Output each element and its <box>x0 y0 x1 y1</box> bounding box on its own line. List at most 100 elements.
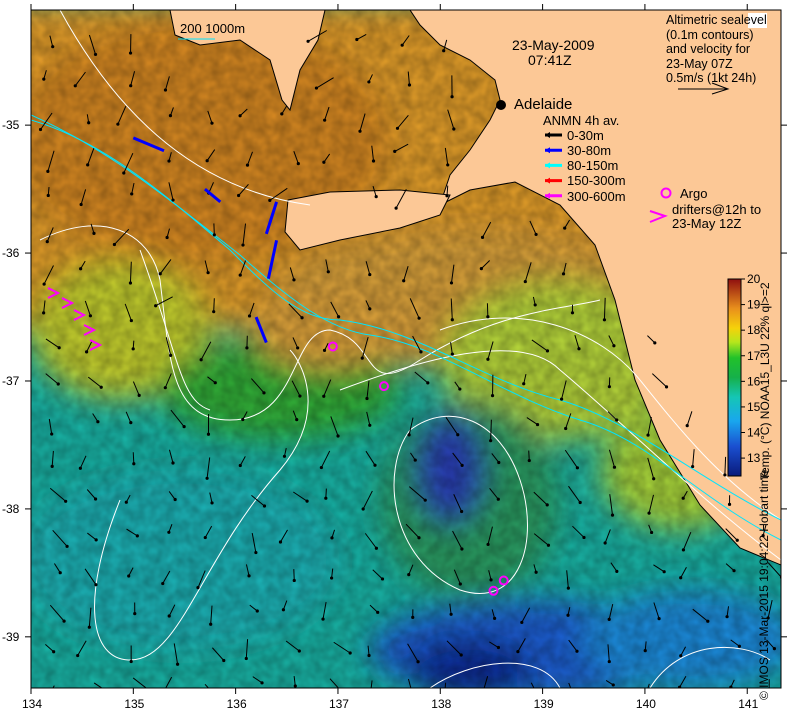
lon-tick-label: 134 <box>22 697 43 711</box>
sst-map: 2019181716151413 <box>25 4 787 696</box>
velocity-arrow <box>213 298 215 312</box>
velocity-arrowhead <box>238 114 242 118</box>
velocity-arrowhead <box>368 423 372 427</box>
velocity-arrowhead <box>173 497 177 502</box>
velocity-arrowhead <box>395 126 400 130</box>
velocity-arrowhead <box>222 658 226 663</box>
velocity-arrowhead <box>615 418 619 422</box>
velocity-arrowhead <box>56 382 60 386</box>
velocity-arrowhead <box>662 570 666 574</box>
velocity-arrowhead <box>450 95 454 99</box>
velocity-arrowhead <box>212 233 216 237</box>
velocity-arrowhead <box>79 202 83 207</box>
velocity-arrowhead <box>199 358 203 362</box>
velocity-arrowhead <box>326 270 330 274</box>
velocity-arrowhead <box>480 235 485 239</box>
velocity-arrowhead <box>452 127 456 131</box>
velocity-arrowhead <box>129 84 133 88</box>
velocity-arrowhead <box>135 534 139 538</box>
velocity-arrowhead <box>210 690 213 693</box>
velocity-arrowhead <box>417 536 421 540</box>
velocity-arrowhead <box>523 279 527 284</box>
velocity-arrowhead <box>206 271 210 275</box>
velocity-arrowhead <box>423 498 427 502</box>
velocity-arrowhead <box>247 314 252 318</box>
velocity-arrowhead <box>124 500 128 504</box>
velocity-arrowhead <box>449 281 454 285</box>
velocity-arrowhead <box>449 612 453 616</box>
velocity-arrowhead <box>161 581 165 586</box>
velocity-arrowhead <box>559 397 564 401</box>
velocity-arrowhead <box>394 206 398 210</box>
velocity-arrowhead <box>612 344 616 348</box>
velocity-arrowhead <box>319 465 323 470</box>
velocity-arrowhead <box>368 307 372 311</box>
lon-tick-label: 137 <box>328 697 349 711</box>
velocity-arrowhead <box>545 349 550 353</box>
velocity-arrowhead <box>456 433 460 437</box>
velocity-arrowhead <box>772 647 777 651</box>
velocity-arrowhead <box>534 232 538 237</box>
velocity-arrowhead <box>87 625 91 629</box>
velocity-arrowhead <box>128 51 133 55</box>
velocity-arrowhead <box>603 541 607 545</box>
velocity-arrowhead <box>131 347 135 351</box>
velocity-arrowhead <box>161 693 164 696</box>
velocity-arrowhead <box>368 272 372 277</box>
velocity-arrowhead <box>129 659 133 664</box>
altimetry-note-line: (0.1m contours) <box>666 27 754 42</box>
velocity-arrowhead <box>175 662 180 666</box>
velocity-arrowhead <box>564 426 568 431</box>
velocity-arrowhead <box>237 193 241 198</box>
velocity-arrowhead <box>205 476 209 480</box>
velocity-arrowhead <box>376 610 380 614</box>
velocity-arrowhead <box>516 650 520 654</box>
velocity-arrowhead <box>293 684 297 688</box>
velocity-arrowhead <box>163 386 167 390</box>
velocity-arrowhead <box>563 226 567 230</box>
argo-label: Argo <box>680 186 708 201</box>
velocity-arrowhead <box>611 683 615 687</box>
velocity-arrowhead <box>737 644 742 648</box>
velocity-arrowhead <box>546 543 551 547</box>
velocity-arrowhead <box>374 546 378 550</box>
velocity-arrowhead <box>209 622 213 626</box>
lat-tick-label: -38 <box>2 501 20 516</box>
velocity-arrowhead <box>407 573 411 577</box>
velocity-arrowhead <box>407 433 411 437</box>
drifter-label-line1: drifters@12h to <box>672 202 762 217</box>
velocity-arrowhead <box>330 536 334 540</box>
velocity-arrowhead <box>426 381 430 385</box>
velocity-arrowhead <box>99 385 103 389</box>
velocity-arrowhead <box>321 617 325 621</box>
velocity-arrowhead <box>615 569 619 573</box>
velocity-arrowhead <box>735 538 739 542</box>
velocity-arrowhead <box>78 466 82 470</box>
velocity-arrowhead <box>607 659 611 664</box>
velocity-arrowhead <box>348 651 352 655</box>
velocity-arrowhead <box>241 417 245 422</box>
velocity-arrowhead <box>122 171 126 175</box>
velocity-arrowhead <box>65 544 69 548</box>
lat-tick-label: -37 <box>2 373 20 388</box>
velocity-arrowhead <box>87 121 91 125</box>
velocity-arrowhead <box>154 304 158 308</box>
velocity-arrowhead <box>533 303 537 307</box>
velocity-arrowhead <box>367 80 371 84</box>
velocity-arrowhead <box>329 576 334 580</box>
velocity-arrowhead <box>570 311 575 315</box>
velocity-arrowhead <box>460 547 464 551</box>
velocity-arrowhead <box>262 391 266 395</box>
velocity-arrowhead <box>486 315 490 319</box>
velocity-arrowhead <box>205 159 209 163</box>
velocity-arrowhead <box>210 501 214 505</box>
velocity-arrowhead <box>727 502 732 506</box>
velocity-arrowhead <box>86 163 90 167</box>
velocity-arrowhead <box>419 350 423 354</box>
velocity-arrowhead <box>561 272 566 276</box>
velocity-arrowhead <box>296 346 300 350</box>
velocity-arrowhead <box>520 620 524 625</box>
velocity-arrowhead <box>245 346 249 350</box>
velocity-arrowhead <box>93 52 98 57</box>
velocity-arrowhead <box>196 586 200 590</box>
